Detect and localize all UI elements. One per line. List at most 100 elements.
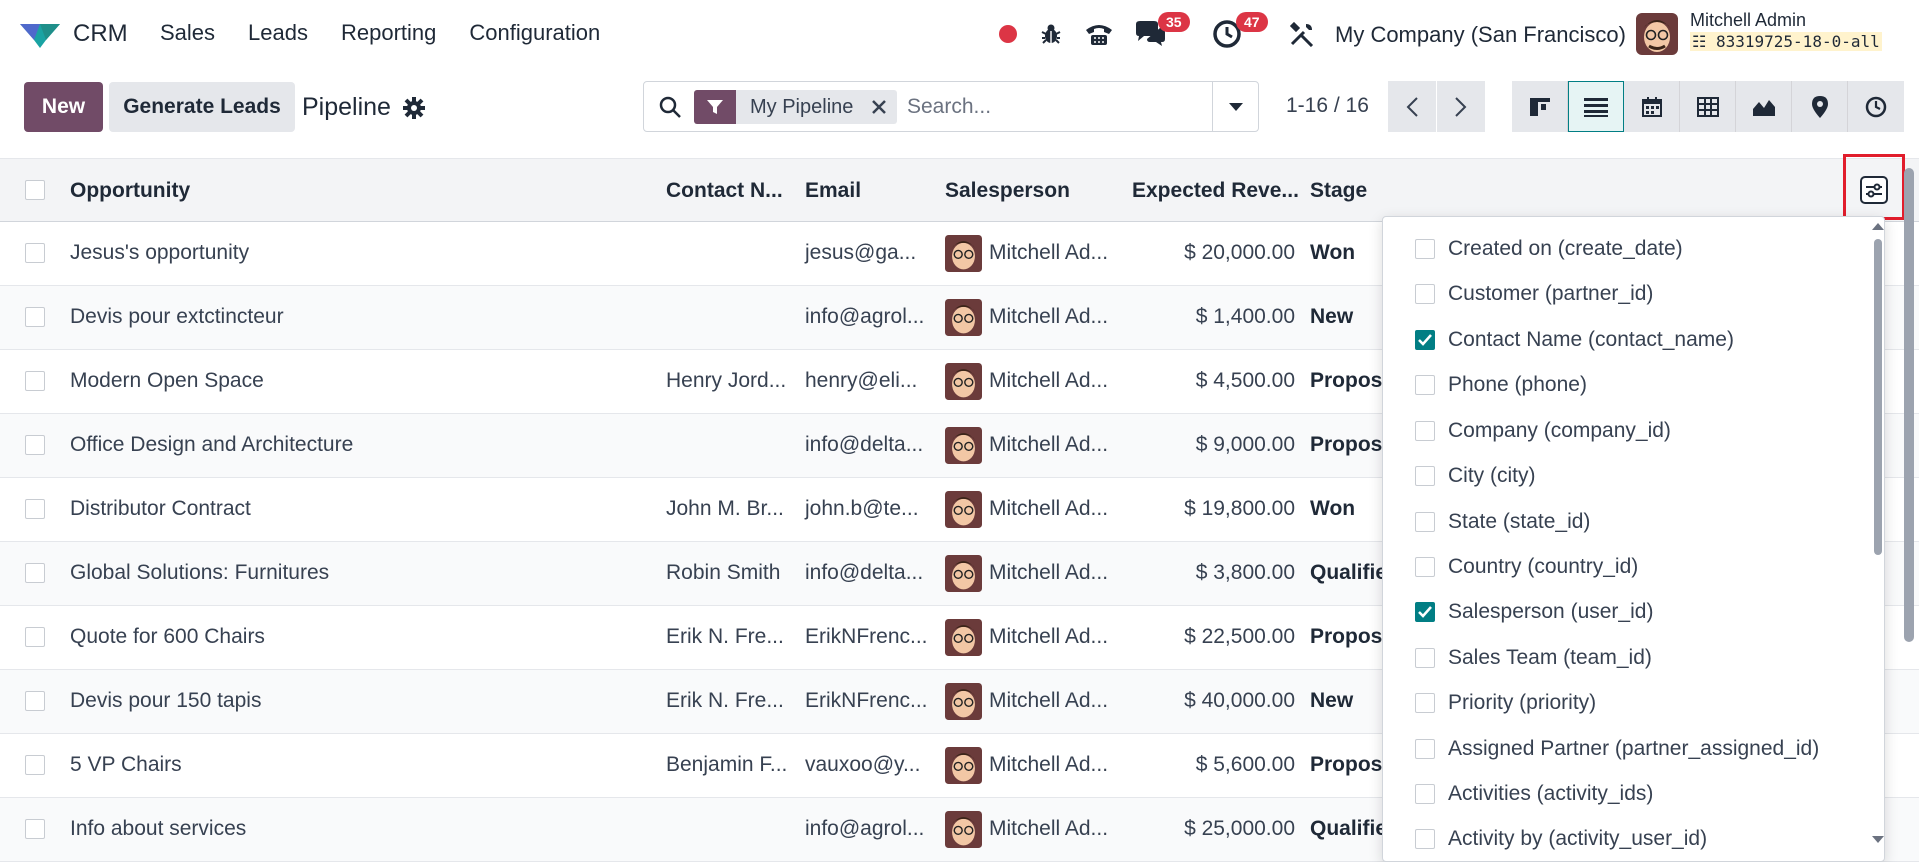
- optional-column-item[interactable]: Company (company_id): [1415, 416, 1671, 446]
- optional-column-item[interactable]: Assigned Partner (partner_assigned_id): [1415, 734, 1819, 764]
- app-name[interactable]: CRM: [73, 20, 128, 48]
- company-switcher[interactable]: My Company (San Francisco): [1335, 22, 1626, 48]
- bug-icon[interactable]: [1036, 14, 1066, 54]
- cell-email: info@delta...: [805, 433, 924, 456]
- checkbox[interactable]: [1415, 284, 1435, 304]
- select-all-checkbox[interactable]: [25, 180, 45, 200]
- pivot-view-button[interactable]: [1680, 81, 1736, 132]
- checkbox[interactable]: [1415, 739, 1435, 759]
- cell-contact: Robin Smith: [666, 561, 781, 584]
- optional-column-item[interactable]: Sales Team (team_id): [1415, 643, 1652, 673]
- optional-column-item[interactable]: Phone (phone): [1415, 370, 1587, 400]
- checkbox[interactable]: [1415, 648, 1435, 668]
- optional-column-item[interactable]: City (city): [1415, 461, 1536, 491]
- optional-column-item[interactable]: Customer (partner_id): [1415, 279, 1653, 309]
- cell-opportunity: Devis pour extctincteur: [70, 305, 284, 328]
- checkbox[interactable]: [1415, 466, 1435, 486]
- optional-column-item[interactable]: Activity by (activity_user_id): [1415, 824, 1707, 854]
- search-options-toggle[interactable]: [1212, 82, 1258, 131]
- gear-icon[interactable]: [403, 97, 425, 119]
- checkbox[interactable]: [1415, 512, 1435, 532]
- close-icon[interactable]: [871, 99, 887, 115]
- row-checkbox[interactable]: [25, 691, 45, 711]
- new-button[interactable]: New: [24, 82, 103, 132]
- cell-stage: Propos: [1310, 753, 1383, 776]
- menu-item-reporting[interactable]: Reporting: [341, 20, 436, 46]
- cell-opportunity: Distributor Contract: [70, 497, 251, 520]
- kanban-view-button[interactable]: [1512, 81, 1568, 132]
- menu-item-leads[interactable]: Leads: [248, 20, 308, 46]
- avatar: [945, 235, 982, 272]
- column-header-expected-revenue[interactable]: Expected Reve...: [1132, 179, 1299, 203]
- column-header-opportunity[interactable]: Opportunity: [70, 179, 190, 203]
- optional-column-item[interactable]: Priority (priority): [1415, 688, 1596, 718]
- checkbox-checked[interactable]: [1415, 330, 1435, 350]
- optional-column-item[interactable]: Country (country_id): [1415, 552, 1638, 582]
- row-checkbox[interactable]: [25, 563, 45, 583]
- row-checkbox[interactable]: [25, 243, 45, 263]
- cell-opportunity: Global Solutions: Furnitures: [70, 561, 330, 584]
- menu-item-sales[interactable]: Sales: [160, 20, 215, 46]
- phone-icon[interactable]: [1082, 14, 1116, 54]
- scroll-up-icon[interactable]: [1871, 221, 1885, 231]
- optional-column-item[interactable]: Created on (create_date): [1415, 234, 1683, 264]
- database-tag: ☷ 83319725-18-0-all: [1690, 32, 1882, 51]
- checkbox[interactable]: [1415, 693, 1435, 713]
- optional-column-item[interactable]: Contact Name (contact_name): [1415, 325, 1734, 355]
- pager-previous-button[interactable]: [1388, 81, 1436, 132]
- cell-expected-revenue: $ 25,000.00: [1184, 817, 1295, 840]
- checkbox[interactable]: [1415, 239, 1435, 259]
- optional-column-item[interactable]: Activities (activity_ids): [1415, 779, 1653, 809]
- list-view-button[interactable]: [1568, 81, 1624, 132]
- checkbox-checked[interactable]: [1415, 602, 1435, 622]
- cell-stage: Propos: [1310, 369, 1383, 392]
- dropdown-scrollbar[interactable]: [1874, 239, 1882, 555]
- row-checkbox[interactable]: [25, 819, 45, 839]
- user-name[interactable]: Mitchell Admin: [1690, 10, 1806, 31]
- menu-item-configuration[interactable]: Configuration: [469, 20, 600, 46]
- user-avatar[interactable]: [1636, 13, 1678, 55]
- cell-stage: Propos: [1310, 433, 1383, 456]
- activities-button[interactable]: 47: [1212, 12, 1272, 54]
- row-checkbox[interactable]: [25, 307, 45, 327]
- page-scrollbar[interactable]: [1904, 168, 1914, 642]
- checkbox[interactable]: [1415, 829, 1435, 849]
- row-checkbox[interactable]: [25, 371, 45, 391]
- main-menu: Sales Leads Reporting Configuration: [160, 20, 633, 46]
- view-switcher: [1512, 81, 1904, 132]
- column-header-email[interactable]: Email: [805, 179, 861, 203]
- search-icon[interactable]: [658, 95, 682, 119]
- checkbox[interactable]: [1415, 375, 1435, 395]
- messages-button[interactable]: 35: [1134, 12, 1194, 54]
- row-checkbox[interactable]: [25, 627, 45, 647]
- list-header: Opportunity Contact N... Email Salespers…: [0, 158, 1919, 222]
- scroll-down-icon[interactable]: [1871, 835, 1885, 845]
- crm-logo-icon[interactable]: [18, 18, 62, 50]
- record-indicator-icon[interactable]: [996, 14, 1020, 54]
- row-checkbox[interactable]: [25, 755, 45, 775]
- cell-expected-revenue: $ 4,500.00: [1195, 369, 1295, 392]
- activity-view-button[interactable]: [1848, 81, 1904, 132]
- checkbox[interactable]: [1415, 421, 1435, 441]
- column-header-contact[interactable]: Contact N...: [666, 179, 783, 203]
- optional-column-item[interactable]: Salesperson (user_id): [1415, 597, 1653, 627]
- tools-icon[interactable]: [1286, 14, 1318, 54]
- row-checkbox[interactable]: [25, 499, 45, 519]
- map-view-button[interactable]: [1792, 81, 1848, 132]
- pager-next-button[interactable]: [1437, 81, 1485, 132]
- column-header-stage[interactable]: Stage: [1310, 179, 1367, 203]
- graph-view-button[interactable]: [1736, 81, 1792, 132]
- generate-leads-button[interactable]: Generate Leads: [109, 82, 295, 132]
- optional-column-item[interactable]: State (state_id): [1415, 507, 1590, 537]
- column-header-salesperson[interactable]: Salesperson: [945, 179, 1070, 203]
- checkbox[interactable]: [1415, 784, 1435, 804]
- calendar-view-button[interactable]: [1624, 81, 1680, 132]
- row-checkbox[interactable]: [25, 435, 45, 455]
- cell-email: info@delta...: [805, 561, 924, 584]
- cell-email: john.b@te...: [805, 497, 919, 520]
- pager-value[interactable]: 1-16 / 16: [1286, 94, 1369, 118]
- cell-salesperson: Mitchell Ad...: [989, 241, 1109, 264]
- checkbox[interactable]: [1415, 557, 1435, 577]
- search-input[interactable]: [907, 90, 1207, 124]
- avatar: [945, 619, 982, 656]
